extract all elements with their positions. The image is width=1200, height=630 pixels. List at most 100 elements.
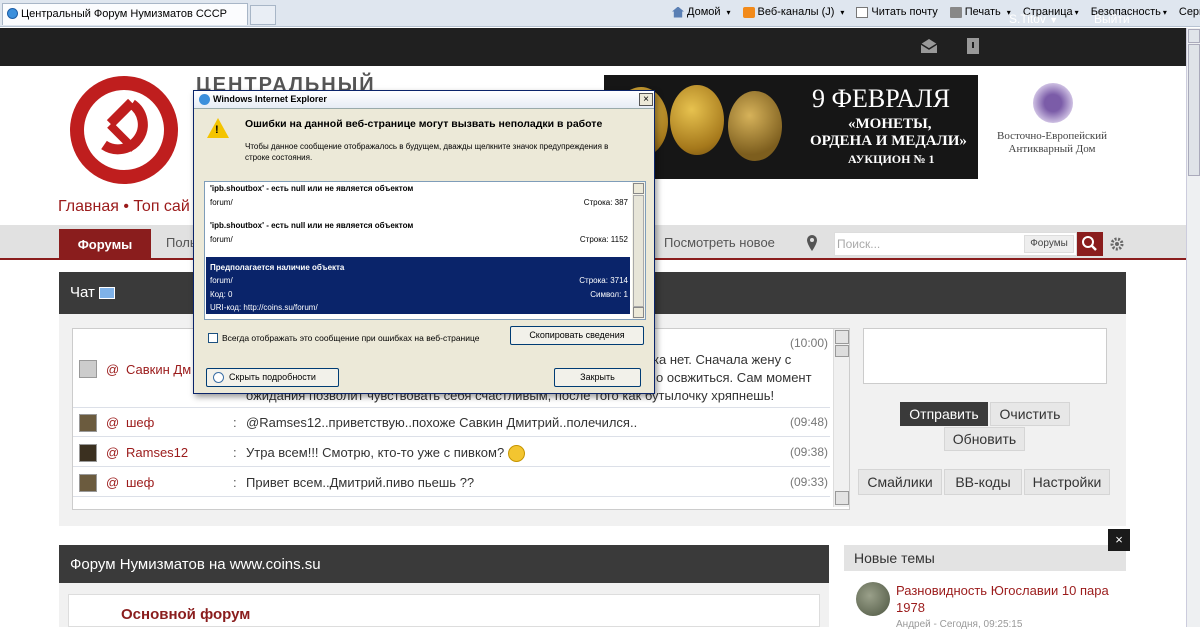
gear-icon[interactable] [1109,236,1125,252]
print-button[interactable]: Печать ▾ [949,6,1011,18]
inbox-icon[interactable] [920,38,938,54]
browser-tab[interactable]: Центральный Форум Нумизматов СССР [2,3,248,25]
home-button[interactable]: Домой ▾ [672,6,731,18]
chat-username[interactable]: Ramses12 [126,445,188,460]
topic-meta: Андрей - Сегодня, 09:25:15 [896,619,1023,630]
scroll-up-arrow[interactable] [1188,29,1200,43]
refresh-button[interactable]: Обновить [944,427,1025,451]
error-item-selected[interactable]: Предполагается наличие объекта forum/ Ст… [206,257,630,314]
close-button[interactable]: Закрыть [554,368,641,387]
home-label: Домой [687,6,721,18]
browser-tab-title: Центральный Форум Нумизматов СССР [21,8,228,20]
error-code: Код: 0 [210,290,233,299]
chat-time: (10:00) [789,336,828,350]
error-name: Предполагается наличие объекта [210,263,345,272]
scroll-thumb[interactable] [633,195,644,307]
breadcrumb[interactable]: Главная • Топ сай [58,198,190,216]
dialog-heading: Ошибки на данной веб-странице могут вызв… [245,118,603,130]
error-uri: URI-код: http://coins.su/forum/ [210,303,318,312]
clear-button[interactable]: Очистить [990,402,1070,426]
chat-message: @ Ramses12 : Утра всем!!! Смотрю, кто-то… [73,439,830,467]
notifications-icon[interactable] [964,38,982,54]
logout-link[interactable]: Выйти [1094,12,1130,26]
close-icon[interactable]: × [1108,529,1130,551]
copy-details-button[interactable]: Скопировать сведения [510,326,644,345]
chat-username[interactable]: Савкин Дм [126,362,191,377]
always-show-label: Всегда отображать это сообщение при ошиб… [222,333,480,343]
mention-button[interactable]: @ [106,475,119,490]
partner-emblem-icon [1033,83,1073,123]
avatar[interactable] [79,360,97,378]
error-item[interactable]: 'ipb.shoutbox' - есть null или не являет… [206,221,630,257]
dialog-titlebar[interactable]: Windows Internet Explorer [194,91,654,109]
send-button[interactable]: Отправить [900,402,988,426]
scroll-up-arrow[interactable] [835,330,849,344]
topic-thumbnail[interactable] [856,582,890,616]
smilies-button[interactable]: Смайлики [858,469,942,495]
chat-separator: : [233,475,237,490]
error-name: 'ipb.shoutbox' - есть null или не являет… [210,184,414,193]
topic-link[interactable]: Разновидность Югославии 10 пара 1978 [896,582,1111,616]
error-list-scrollbar[interactable] [632,182,645,319]
scroll-down-arrow[interactable] [835,491,849,505]
error-item[interactable]: 'ipb.shoutbox' - есть null или не являет… [206,184,630,220]
tab-view-new[interactable]: Посмотреть новое [664,235,775,250]
warning-mark: ! [215,124,219,136]
chat-popout-icon[interactable] [99,287,116,300]
banner-date: 9 ФЕВРАЛЯ [812,84,951,113]
chat-message-input[interactable] [863,328,1107,384]
location-pin-icon[interactable] [806,235,818,251]
search-scope-select[interactable]: Форумы [1024,235,1074,253]
avatar[interactable] [79,414,97,432]
chat-username[interactable]: шеф [126,475,154,490]
error-name: 'ipb.shoutbox' - есть null или не являет… [210,221,414,230]
search-icon [1082,236,1097,251]
chat-message: @ шеф : Привет всем..Дмитрий.пиво пьешь … [73,469,830,497]
site-logo[interactable] [70,76,178,184]
print-label: Печать [964,6,1001,18]
tab-forums[interactable]: Форумы [59,229,151,260]
error-file: forum/ [210,235,233,244]
collapse-arrow-icon [213,372,224,383]
scroll-thumb[interactable] [835,345,849,357]
avatar[interactable] [79,444,97,462]
search-placeholder: Поиск... [837,237,881,251]
medal-image [728,91,782,161]
partner-logo[interactable]: Восточно-Европейский Антикварный Дом [978,75,1126,179]
bbcodes-button[interactable]: BB-коды [944,469,1022,495]
error-line: Строка: 1152 [579,235,628,244]
hide-details-button[interactable]: Скрыть подробности [206,368,339,387]
chat-message-text: о освжиться. Сам момент [656,370,812,385]
forum-category-link[interactable]: Основной форум [121,606,250,623]
chat-time: (09:38) [789,445,828,459]
banner-auction: АУКЦИОН № 1 [848,152,935,166]
settings-button[interactable]: Настройки [1024,469,1110,495]
new-tab-button[interactable] [250,5,276,25]
username: S.Titov [1009,12,1046,26]
tools-menu[interactable]: Сервис▾ [1179,6,1200,18]
mention-button[interactable]: @ [106,445,119,460]
home-icon [672,6,684,18]
ie-icon [7,8,18,19]
always-show-checkbox[interactable] [208,333,218,343]
error-file: forum/ [210,198,233,207]
scroll-thumb[interactable] [1188,44,1200,176]
mention-button[interactable]: @ [106,362,119,377]
chat-message-text: Привет всем..Дмитрий.пиво пьешь ?? [246,475,475,490]
user-menu[interactable]: S.Titov ▼ [1009,12,1058,26]
tools-menu-label: Сервис [1178,6,1200,18]
read-mail-label: Читать почту [871,6,938,18]
feeds-label: Веб-каналы (J) [757,6,835,18]
mail-icon [856,6,869,18]
feeds-button[interactable]: Веб-каналы (J) ▾ [742,6,844,18]
search-button[interactable] [1077,232,1103,256]
dialog-close-button[interactable]: × [639,93,653,106]
chat-username[interactable]: шеф [126,415,154,430]
avatar[interactable] [79,474,97,492]
scroll-down-arrow[interactable] [633,307,644,318]
read-mail-button[interactable]: Читать почту [856,6,938,18]
mention-button[interactable]: @ [106,415,119,430]
chat-scrollbar[interactable] [833,329,849,507]
page-scrollbar[interactable] [1186,28,1200,627]
scroll-up-arrow[interactable] [633,183,644,194]
